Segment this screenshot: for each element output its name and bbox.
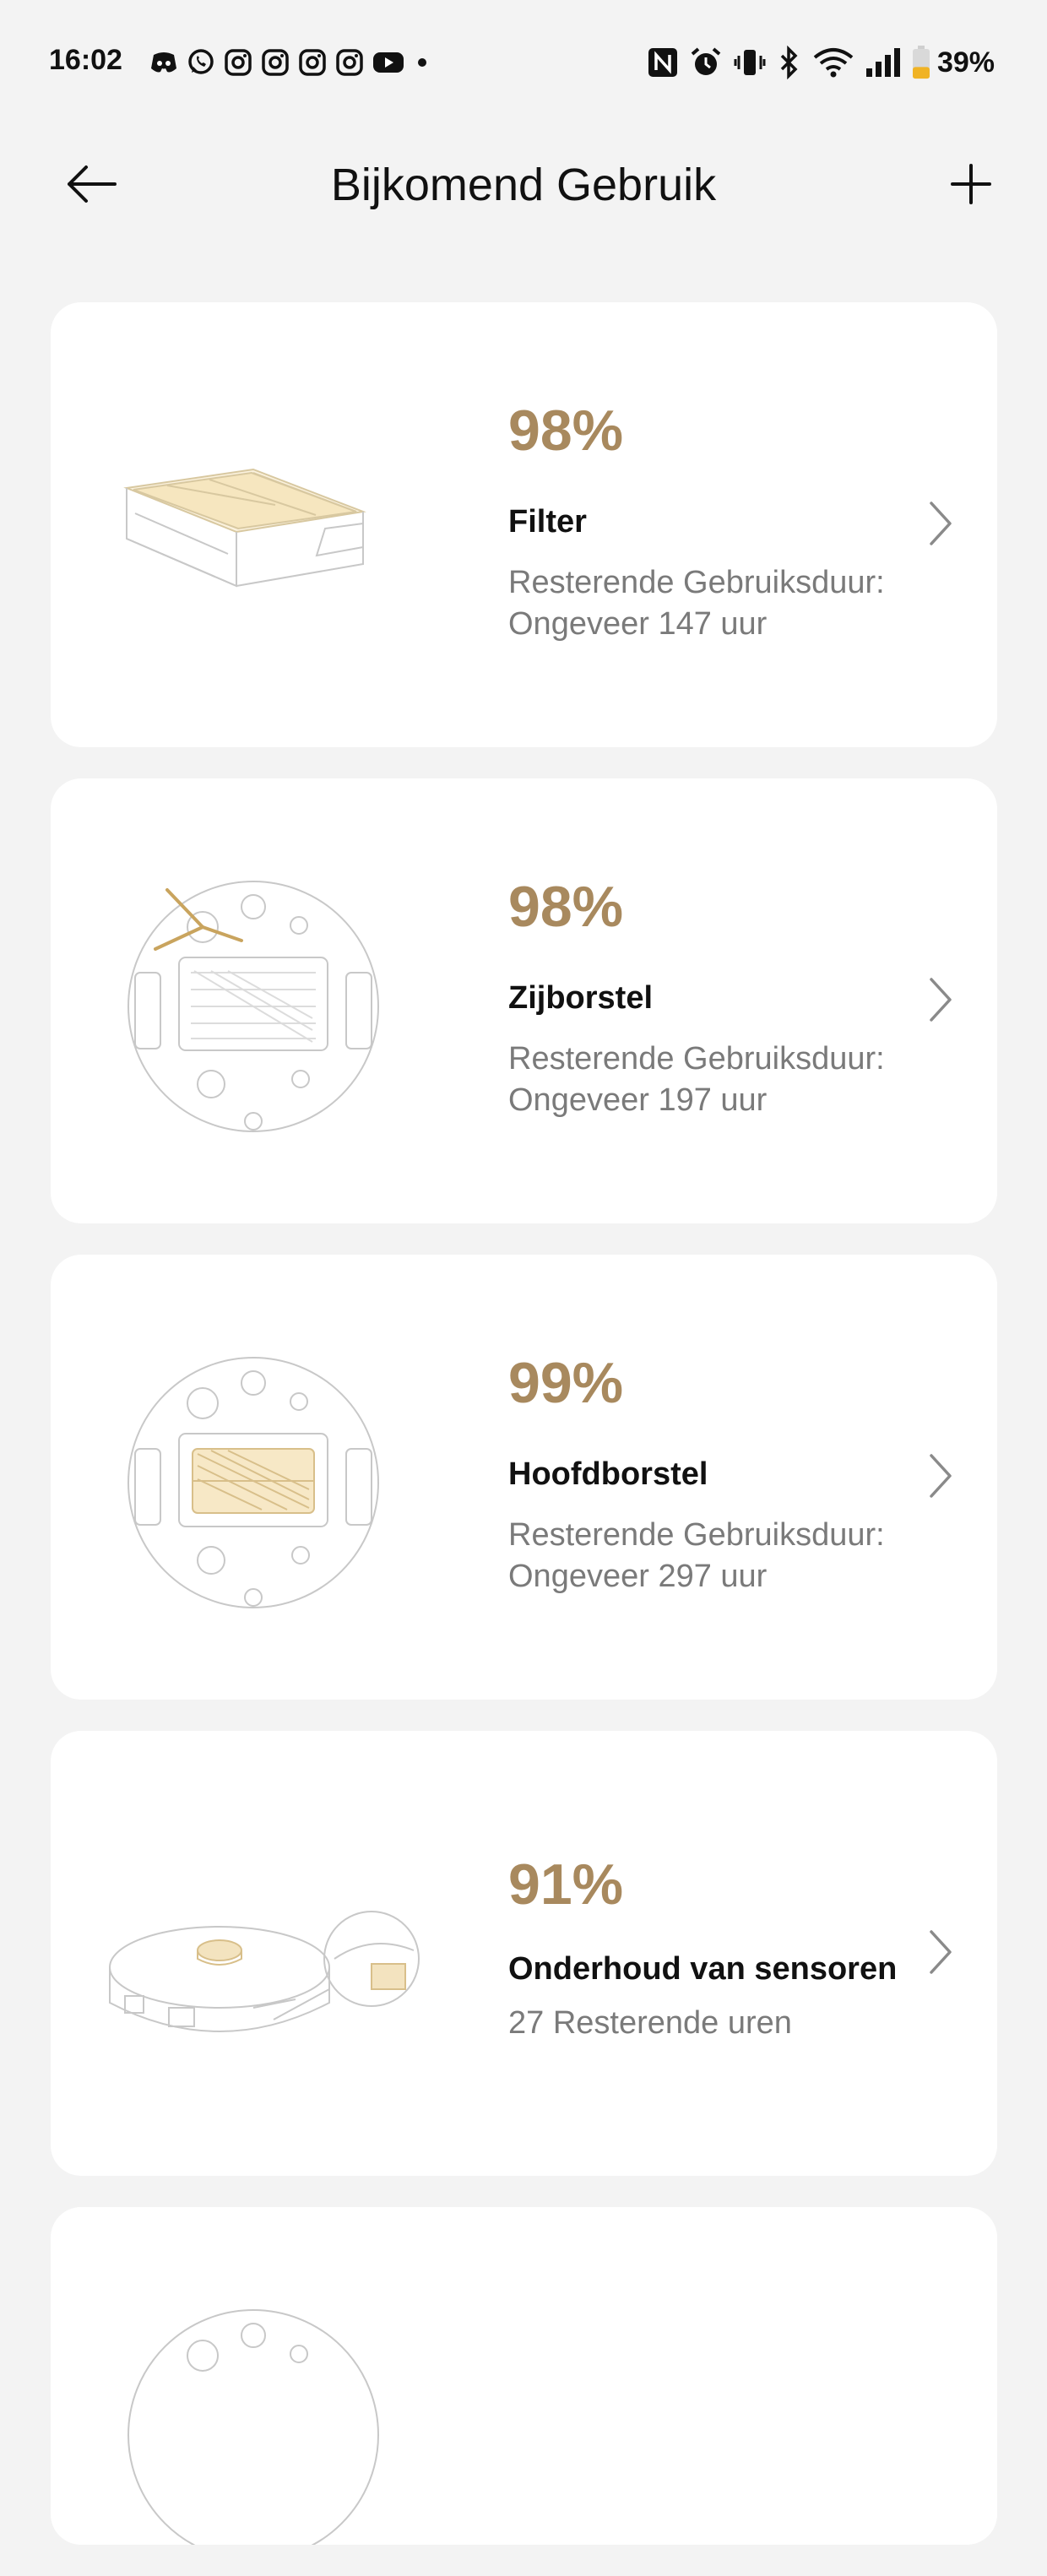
system-icons: 39% (647, 46, 995, 79)
chevron-right-icon (926, 498, 955, 549)
part-remaining: 27 Resterende uren (508, 2003, 947, 2044)
instagram-icon (297, 47, 328, 78)
instagram-icon (334, 47, 365, 78)
dot-icon (412, 52, 432, 73)
whatsapp-icon (186, 47, 216, 78)
discord-icon (149, 50, 179, 75)
part-card-side-brush[interactable]: 98% Zijborstel Resterende Gebruiksduur: … (51, 778, 997, 1223)
part-name: Hoofdborstel (508, 1456, 708, 1492)
part-card-partial[interactable] (51, 2207, 997, 2545)
bluetooth-icon (777, 46, 802, 79)
page-title: Bijkomend Gebruik (330, 160, 717, 210)
part-name: Onderhoud van sensoren (508, 1951, 898, 1987)
chevron-right-icon (926, 974, 955, 1025)
part-remaining: Resterende Gebruiksduur: Ongeveer 197 uu… (508, 1039, 947, 1121)
sensor-illustration (93, 1815, 448, 2094)
status-bar: 16:02 39% (0, 0, 1047, 127)
alarm-icon (689, 46, 723, 79)
part-percent: 99% (508, 1351, 624, 1415)
parts-list: 98% Filter Resterende Gebruiksduur: Onge… (51, 302, 997, 2576)
plus-icon (949, 162, 993, 210)
robot-bottom-illustration (110, 2291, 397, 2545)
filter-illustration (110, 387, 397, 665)
part-remaining: Resterende Gebruiksduur: Ongeveer 297 uu… (508, 1515, 947, 1597)
chevron-right-icon (926, 1927, 955, 1977)
battery-icon (912, 46, 930, 79)
part-card-main-brush[interactable]: 99% Hoofdborstel Resterende Gebruiksduur… (51, 1255, 997, 1700)
part-card-sensors[interactable]: 91% Onderhoud van sensoren 27 Resterende… (51, 1731, 997, 2176)
header: Bijkomend Gebruik (0, 135, 1047, 236)
part-remaining-value: Ongeveer 297 uur (508, 1558, 768, 1594)
signal-icon (865, 46, 902, 79)
status-time: 16:02 (49, 44, 122, 76)
add-button[interactable] (944, 159, 998, 213)
vibrate-icon (733, 46, 767, 79)
part-percent: 98% (508, 875, 624, 939)
nfc-icon (647, 46, 679, 79)
part-remaining-label: Resterende Gebruiksduur: (508, 1516, 885, 1553)
part-remaining-label: Resterende Gebruiksduur: (508, 564, 885, 600)
side-brush-illustration (110, 863, 397, 1142)
part-name: Filter (508, 504, 587, 540)
part-remaining-label: 27 Resterende uren (508, 2004, 792, 2041)
battery-percent: 39% (936, 46, 995, 79)
part-percent: 98% (508, 399, 624, 463)
main-brush-illustration (110, 1339, 397, 1618)
instagram-icon (223, 47, 253, 78)
part-percent: 91% (508, 1852, 624, 1917)
part-card-filter[interactable]: 98% Filter Resterende Gebruiksduur: Onge… (51, 302, 997, 747)
part-remaining-label: Resterende Gebruiksduur: (508, 1040, 885, 1076)
notification-icons (149, 47, 432, 78)
youtube-icon (372, 50, 405, 75)
part-remaining-value: Ongeveer 197 uur (508, 1082, 768, 1118)
part-remaining: Resterende Gebruiksduur: Ongeveer 147 uu… (508, 562, 947, 645)
wifi-icon (812, 46, 854, 79)
instagram-icon (260, 47, 290, 78)
part-name: Zijborstel (508, 980, 654, 1016)
part-remaining-value: Ongeveer 147 uur (508, 605, 768, 642)
chevron-right-icon (926, 1451, 955, 1501)
